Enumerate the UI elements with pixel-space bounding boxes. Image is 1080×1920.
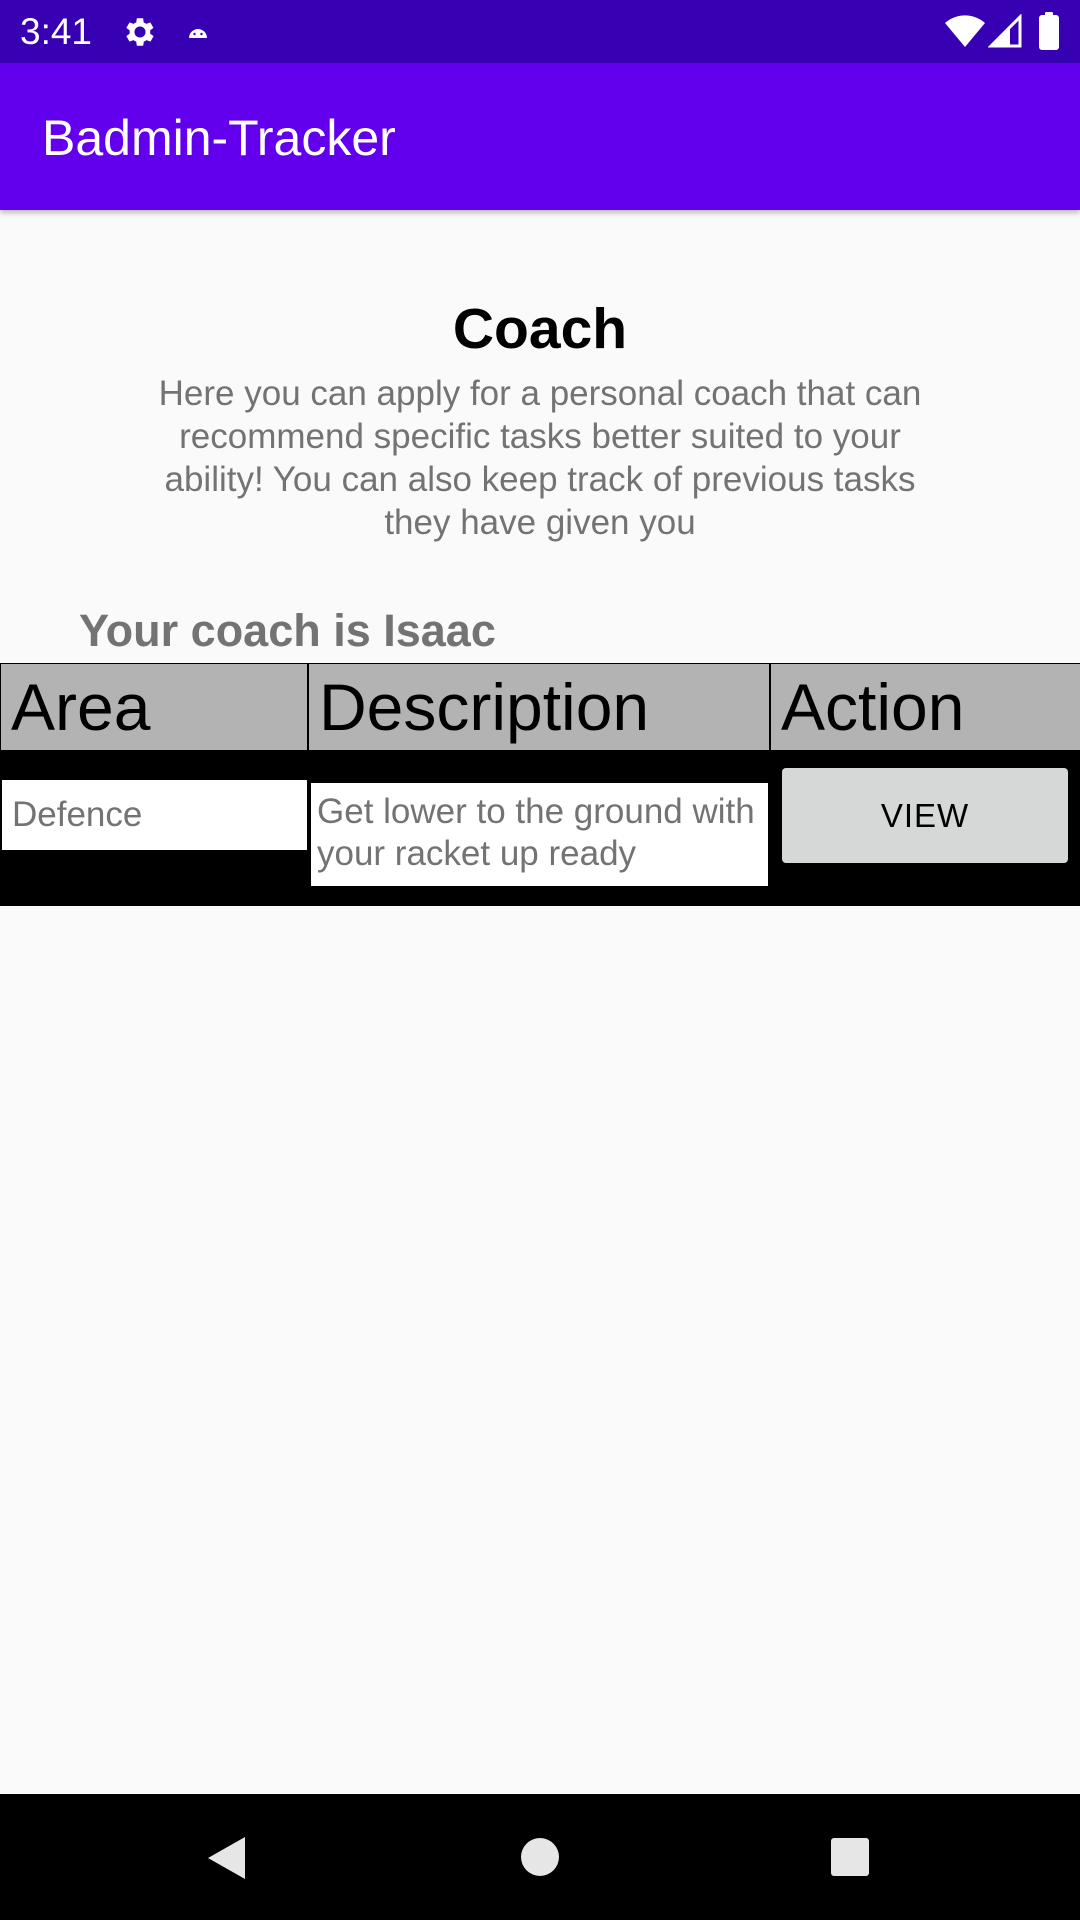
android-icon	[189, 29, 207, 38]
page-title: Coach	[452, 297, 628, 361]
tasks-table: Area Description Action Defence Get lowe…	[0, 663, 1080, 906]
column-header-description: Description	[309, 664, 769, 750]
back-icon[interactable]	[205, 1835, 247, 1881]
table-cell-description: Get lower to the ground with your racket…	[311, 783, 768, 886]
gear-icon	[126, 18, 154, 46]
coach-name-label: Your coach is Isaac	[79, 605, 496, 656]
navigation-bar	[0, 1794, 1080, 1920]
app-title: Badmin-Tracker	[42, 110, 396, 166]
signal-icon	[988, 14, 1022, 48]
app-bar: Badmin-Tracker	[0, 63, 1080, 210]
battery-icon	[1039, 12, 1059, 50]
column-header-action: Action	[771, 664, 1080, 750]
wifi-icon	[945, 15, 985, 48]
column-header-area: Area	[1, 664, 307, 750]
home-icon[interactable]	[520, 1837, 560, 1877]
page-intro-text: Here you can apply for a personal coach …	[158, 374, 922, 542]
status-bar: 3:41	[0, 0, 1080, 63]
status-time: 3:41	[20, 11, 93, 52]
table-cell-area: Defence	[2, 780, 307, 850]
view-button[interactable]: VIEW	[782, 768, 1068, 863]
recents-icon[interactable]	[830, 1837, 870, 1877]
